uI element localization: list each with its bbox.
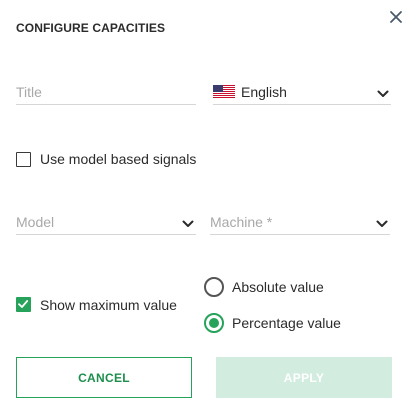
title-placeholder: Title [16,84,42,100]
language-value: English [241,84,287,100]
use-model-signals-label: Use model based signals [40,151,197,167]
chevron-down-icon [182,220,194,227]
radio-percentage-value[interactable] [204,313,224,333]
use-model-signals-checkbox[interactable] [16,152,31,167]
chevron-down-icon [377,90,389,97]
apply-button[interactable]: APPLY [216,357,392,398]
us-flag-icon [213,85,235,98]
model-placeholder: Model [16,214,55,230]
title-field[interactable]: Title [16,83,196,105]
machine-placeholder: Machine * [210,214,273,230]
chevron-down-icon [376,220,388,227]
machine-select[interactable]: Machine * [210,213,390,235]
language-select[interactable]: English [213,83,391,105]
show-max-value-checkbox[interactable] [16,297,31,312]
model-select[interactable]: Model [16,213,196,235]
cancel-button[interactable]: CANCEL [16,357,192,398]
dialog-title: CONFIGURE CAPACITIES [16,21,166,35]
radio-percentage-label: Percentage value [232,315,341,331]
radio-absolute-value[interactable] [204,277,224,297]
show-max-value-label: Show maximum value [40,297,177,313]
close-icon[interactable] [388,9,404,25]
check-icon [18,300,29,308]
radio-absolute-label: Absolute value [232,279,324,295]
